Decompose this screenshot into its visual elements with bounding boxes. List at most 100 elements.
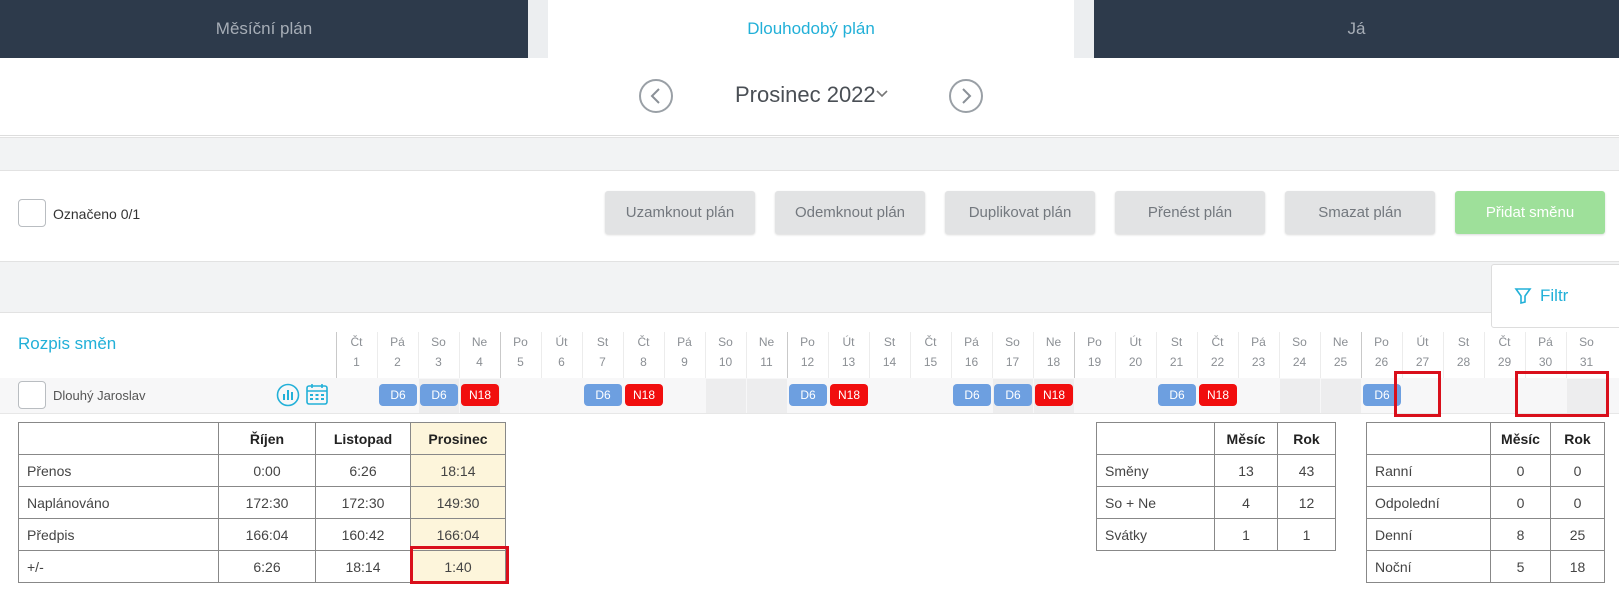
day-of-week: Út — [1416, 335, 1429, 349]
day-column-header: Út 27 — [1402, 332, 1443, 372]
night-shift-chip[interactable]: N18 — [1199, 384, 1237, 406]
day-column-header: Čt 22 — [1197, 332, 1238, 372]
day-column-header: Čt 29 — [1484, 332, 1525, 372]
table-cell: 160:42 — [315, 518, 411, 551]
table-cell: 43 — [1277, 454, 1336, 487]
day-of-week: St — [1457, 335, 1470, 349]
unlock-plan-button[interactable]: Odemknout plán — [775, 191, 925, 234]
table-cell: 6:26 — [218, 550, 316, 583]
day-column-header: St 21 — [1156, 332, 1197, 372]
row-label: Denní — [1366, 518, 1491, 551]
table-cell: 1 — [1277, 518, 1336, 551]
table-row: Ranní 0 0 — [1366, 454, 1605, 487]
day-of-week: Po — [800, 335, 815, 349]
day-column-header: So 31 — [1566, 332, 1607, 372]
day-of-week: Čt — [637, 335, 650, 349]
night-shift-chip[interactable]: N18 — [625, 384, 663, 406]
day-of-week: St — [596, 335, 609, 349]
row-label: Přenos — [18, 454, 219, 487]
weekend-cell[interactable] — [747, 379, 787, 413]
day-of-week: Pá — [1251, 335, 1266, 349]
day-of-week: So — [718, 335, 733, 349]
month-selector[interactable]: Prosinec 2022 — [735, 82, 876, 108]
table-row: Přenos 0:00 6:26 18:14 — [18, 454, 506, 487]
day-shift-chip[interactable]: D6 — [953, 384, 991, 406]
day-column-header: Pá 16 — [951, 332, 992, 372]
table-cell: 18:14 — [315, 550, 411, 583]
day-of-week: Po — [1087, 335, 1102, 349]
day-shift-chip[interactable]: D6 — [789, 384, 827, 406]
calendar-icon[interactable] — [305, 382, 329, 406]
table-row: Směny 13 43 — [1096, 454, 1336, 487]
day-number: 12 — [800, 355, 815, 369]
day-shift-chip[interactable]: D6 — [584, 384, 622, 406]
table-header — [1096, 422, 1215, 455]
day-of-week: Ne — [471, 335, 488, 349]
table-header: Měsíc — [1490, 422, 1551, 455]
day-of-week: St — [883, 335, 896, 349]
tab-long-term-plan[interactable]: Dlouhodobý plán — [548, 0, 1074, 58]
table-cell: 13 — [1214, 454, 1278, 487]
day-column-header: St 14 — [869, 332, 910, 372]
day-shift-chip[interactable]: D6 — [379, 384, 417, 406]
day-column-header: Pá 23 — [1238, 332, 1279, 372]
schedule-title: Rozpis směn — [18, 334, 117, 353]
divider-band — [0, 137, 1619, 171]
chevron-down-icon[interactable] — [875, 86, 889, 102]
night-shift-chip[interactable]: N18 — [1035, 384, 1073, 406]
row-label: Směny — [1096, 454, 1215, 487]
chevron-left-icon — [650, 88, 660, 104]
day-number: 24 — [1292, 355, 1307, 369]
table-cell: 12 — [1277, 486, 1336, 519]
day-column-header: Ne 18 — [1033, 332, 1074, 372]
day-of-week: Pá — [677, 335, 692, 349]
lock-plan-button[interactable]: Uzamknout plán — [605, 191, 755, 234]
weekend-cell[interactable] — [1321, 379, 1361, 413]
day-column-header: Út 13 — [828, 332, 869, 372]
day-of-week: Čt — [350, 335, 363, 349]
day-of-week: Út — [1129, 335, 1142, 349]
day-of-week: Pá — [390, 335, 405, 349]
row-label: Ranní — [1366, 454, 1491, 487]
prev-month-button[interactable] — [639, 79, 673, 113]
duplicate-plan-button[interactable]: Duplikovat plán — [945, 191, 1095, 234]
add-shift-button[interactable]: Přidat směnu — [1455, 191, 1605, 234]
day-shift-chip[interactable]: D6 — [994, 384, 1032, 406]
day-column-header: Ne 25 — [1320, 332, 1361, 372]
day-of-week: St — [1170, 335, 1183, 349]
tab-me[interactable]: Já — [1094, 0, 1619, 58]
day-shift-chip[interactable]: D6 — [1158, 384, 1196, 406]
day-column-header: Ne 4 — [459, 332, 500, 372]
weekend-cell[interactable] — [1280, 379, 1320, 413]
day-number: 18 — [1046, 355, 1061, 369]
transfer-plan-button[interactable]: Přenést plán — [1115, 191, 1265, 234]
day-of-week: Út — [842, 335, 855, 349]
day-number: 19 — [1087, 355, 1102, 369]
day-column-header: So 24 — [1279, 332, 1320, 372]
table-cell: 18 — [1550, 550, 1605, 583]
filter-button[interactable]: Filtr — [1491, 264, 1619, 328]
day-number: 20 — [1128, 355, 1143, 369]
day-number: 16 — [964, 355, 979, 369]
day-number: 2 — [394, 355, 401, 369]
employee-checkbox[interactable] — [18, 381, 46, 409]
day-number: 28 — [1456, 355, 1471, 369]
highlight-box — [1394, 371, 1441, 417]
day-number: 11 — [760, 355, 773, 369]
counts-table: Měsíc Rok Směny 13 43 So + Ne 4 12 Svátk… — [1096, 422, 1336, 551]
day-column-header: Po 12 — [787, 332, 828, 372]
delete-plan-button[interactable]: Smazat plán — [1285, 191, 1435, 234]
stats-icon[interactable] — [276, 383, 300, 407]
night-shift-chip[interactable]: N18 — [830, 384, 868, 406]
day-column-header: Pá 30 — [1525, 332, 1566, 372]
day-shift-chip[interactable]: D6 — [420, 384, 458, 406]
tab-monthly-plan[interactable]: Měsíční plán — [0, 0, 528, 58]
table-row: Svátky 1 1 — [1096, 518, 1336, 551]
select-all-checkbox[interactable] — [18, 199, 46, 227]
day-number: 4 — [476, 355, 483, 369]
weekend-cell[interactable] — [706, 379, 746, 413]
night-shift-chip[interactable]: N18 — [461, 384, 499, 406]
next-month-button[interactable] — [949, 79, 983, 113]
table-cell: 0 — [1490, 486, 1551, 519]
day-number: 9 — [681, 355, 688, 369]
